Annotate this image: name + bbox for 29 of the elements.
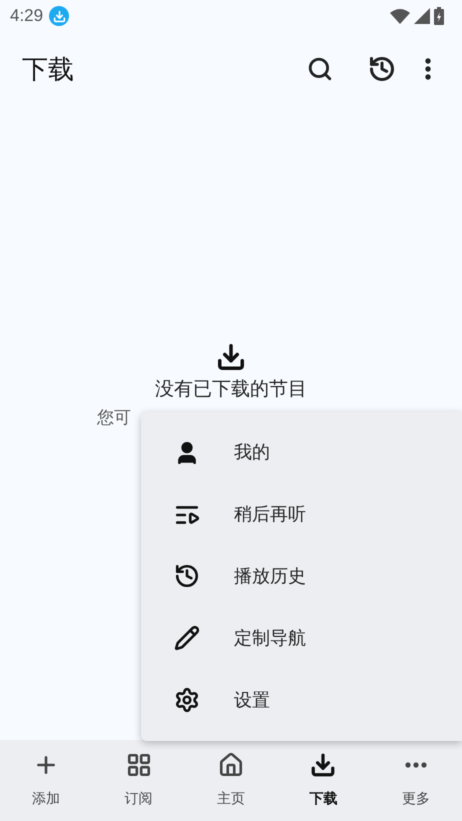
battery-icon bbox=[434, 7, 444, 25]
nav-tab[interactable]: 订阅 bbox=[92, 740, 185, 821]
download-icon bbox=[216, 342, 246, 372]
more-icon bbox=[404, 762, 427, 768]
pencil-icon bbox=[174, 625, 200, 652]
settings-icon bbox=[174, 687, 200, 714]
kebab-menu-icon bbox=[425, 58, 431, 80]
history-icon bbox=[368, 55, 396, 83]
empty-subtitle: 您可 bbox=[97, 406, 131, 428]
nav-tab[interactable]: 下载 bbox=[277, 740, 370, 821]
menu-item[interactable]: 播放历史 bbox=[141, 546, 462, 608]
menu-item[interactable]: 稍后再听 bbox=[141, 484, 462, 546]
history-icon bbox=[174, 563, 200, 590]
nav-tab[interactable]: 更多 bbox=[370, 740, 462, 821]
grid-icon bbox=[126, 752, 152, 778]
nav-tab[interactable]: 主页 bbox=[184, 740, 278, 821]
home-icon bbox=[218, 752, 244, 778]
menu-item[interactable]: 我的 bbox=[141, 422, 462, 484]
download-icon bbox=[310, 752, 336, 778]
menu-item[interactable]: 定制导航 bbox=[141, 607, 462, 670]
nav-tab[interactable]: 添加 bbox=[0, 740, 92, 821]
search-icon bbox=[307, 56, 333, 82]
page-title: 下载 bbox=[22, 52, 75, 86]
download-notification-icon bbox=[49, 6, 70, 26]
status-time: 4:29 bbox=[10, 5, 44, 28]
empty-title: 没有已下载的节目 bbox=[155, 378, 307, 402]
signal-icon bbox=[414, 8, 430, 24]
menu-item[interactable]: 设置 bbox=[141, 669, 462, 731]
wifi-icon bbox=[390, 8, 410, 24]
